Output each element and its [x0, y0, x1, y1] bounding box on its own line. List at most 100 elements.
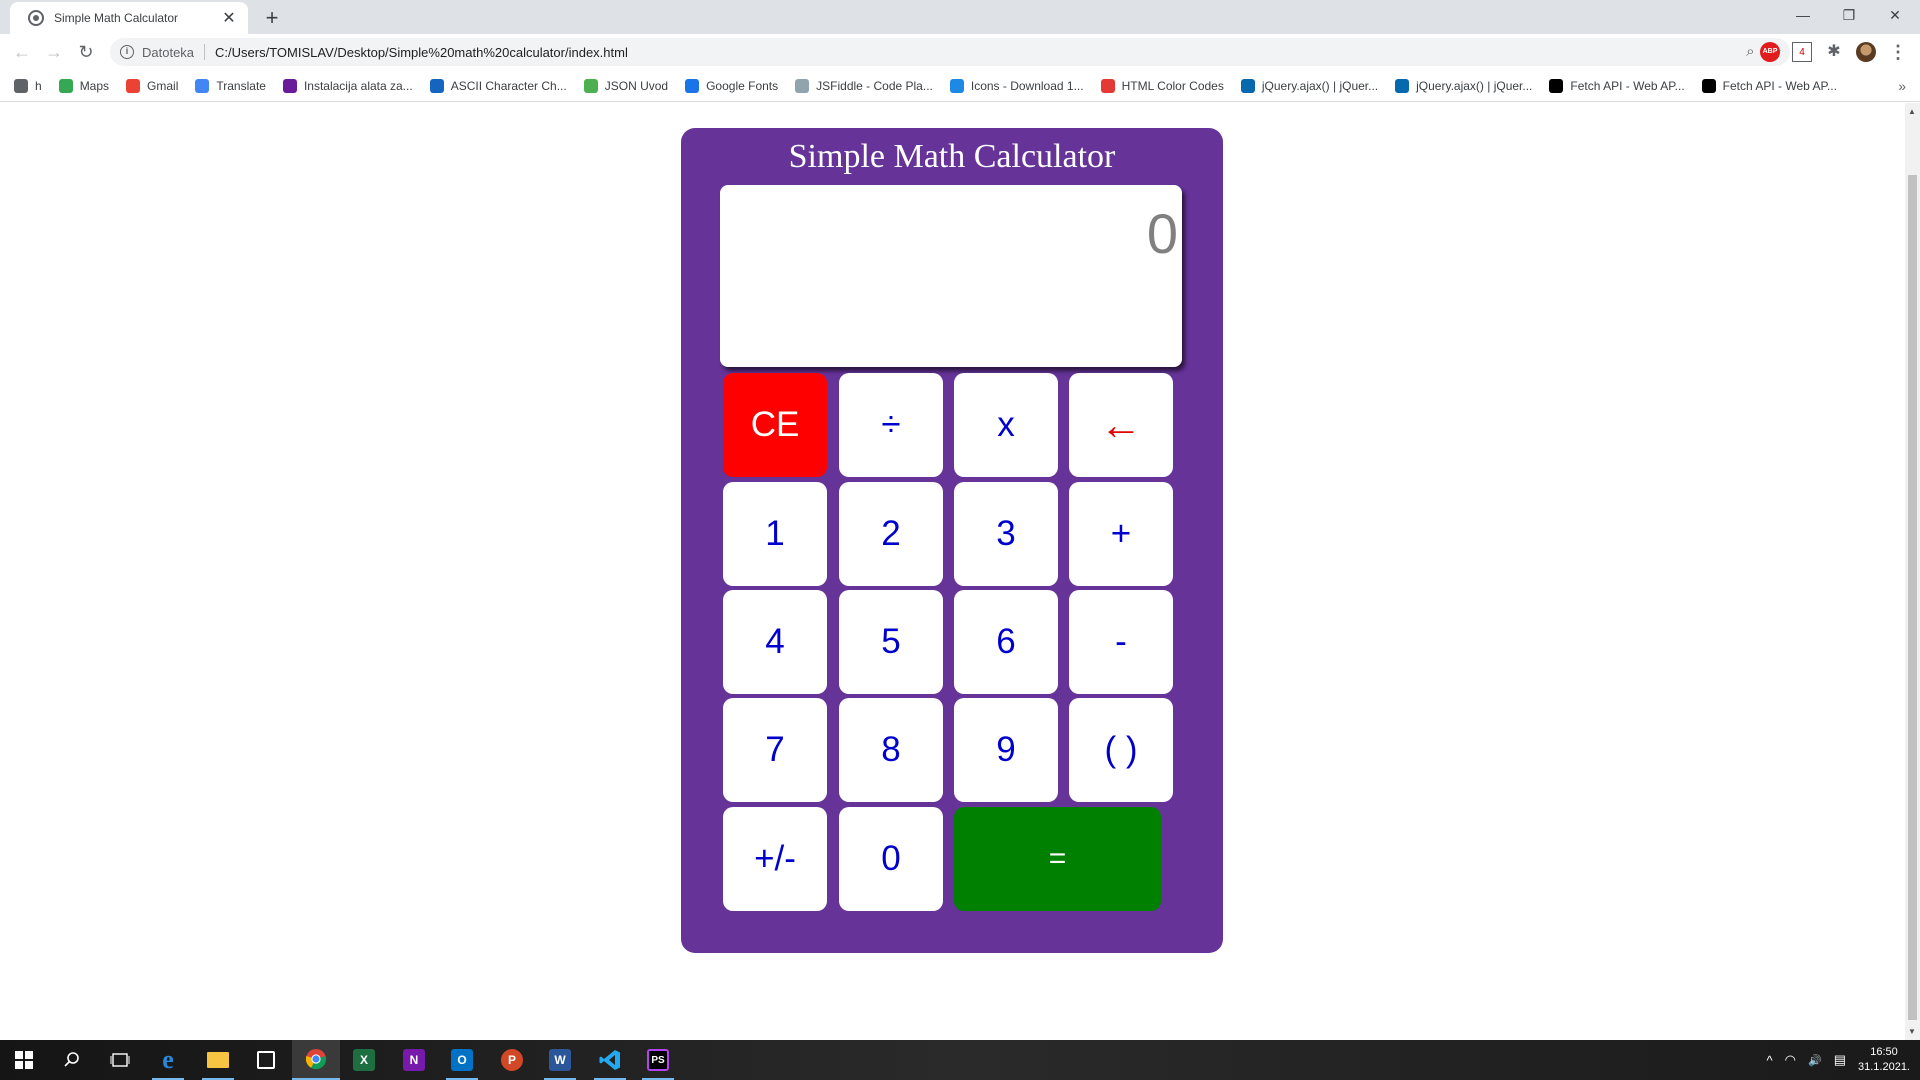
- bookmark-item[interactable]: Google Fonts: [685, 78, 779, 93]
- onenote-taskbar-button[interactable]: N: [390, 1040, 438, 1080]
- network-icon[interactable]: ◠: [1785, 1052, 1796, 1068]
- chrome-taskbar-button[interactable]: [292, 1040, 340, 1080]
- bookmark-label: Maps: [79, 78, 110, 93]
- notifications-icon[interactable]: ▤: [1834, 1052, 1846, 1068]
- backspace-button[interactable]: ←: [1069, 373, 1173, 477]
- minus-button[interactable]: -: [1069, 590, 1173, 694]
- browser-menu-icon[interactable]: ⋮: [1888, 42, 1908, 62]
- powerpoint-taskbar-button[interactable]: P: [488, 1040, 536, 1080]
- chrome-icon: [305, 1049, 327, 1070]
- bookmark-item[interactable]: Maps: [58, 78, 110, 93]
- bookmark-item[interactable]: Fetch API - Web AP...: [1701, 78, 1837, 93]
- bookmark-label: h: [35, 78, 42, 93]
- tray-chevron-icon[interactable]: ^: [1767, 1053, 1773, 1068]
- excel-taskbar-button[interactable]: X: [340, 1040, 388, 1080]
- bookmark-item[interactable]: Instalacija alata za...: [282, 78, 413, 93]
- zoom-icon[interactable]: ⌕: [1746, 43, 1754, 61]
- search-button[interactable]: [48, 1040, 96, 1080]
- digit-4-button[interactable]: 4: [723, 590, 827, 694]
- digit-3-button[interactable]: 3: [954, 482, 1058, 586]
- bookmark-label: Gmail: [147, 78, 179, 93]
- calculator-display: 0: [720, 185, 1182, 367]
- reload-button[interactable]: ↻: [72, 38, 100, 66]
- scrollbar-thumb[interactable]: [1908, 175, 1917, 1020]
- volume-icon[interactable]: 🔊: [1808, 1054, 1822, 1067]
- task-view-icon: [110, 1053, 130, 1067]
- clock-time: 16:50: [1870, 1046, 1898, 1058]
- scroll-down-arrow-icon[interactable]: ▼: [1908, 1027, 1916, 1036]
- wp-icon: [282, 78, 297, 93]
- bookmark-item[interactable]: jQuery.ajax() | jQuer...: [1395, 78, 1532, 93]
- new-tab-button[interactable]: +: [258, 4, 286, 32]
- scroll-up-arrow-icon[interactable]: ▲: [1908, 107, 1916, 116]
- digit-1-button[interactable]: 1: [723, 482, 827, 586]
- adblock-extension-icon[interactable]: ABP: [1760, 42, 1780, 62]
- phpstorm-taskbar-button[interactable]: PS: [634, 1040, 682, 1080]
- maps-icon: [58, 78, 73, 93]
- multiply-button[interactable]: x: [954, 373, 1058, 477]
- site-info-icon[interactable]: i: [120, 45, 134, 59]
- gmail-icon: [126, 78, 141, 93]
- word-taskbar-button[interactable]: W: [536, 1040, 584, 1080]
- profile-avatar[interactable]: [1856, 42, 1876, 62]
- store-taskbar-button[interactable]: [242, 1040, 290, 1080]
- bookmark-item[interactable]: JSON Uvod: [583, 78, 669, 93]
- digit-7-button[interactable]: 7: [723, 698, 827, 802]
- bookmark-label: JSON Uvod: [604, 78, 669, 93]
- windows-taskbar: e X N O P W PS ^ ◠ 🔊 ▤ 16:50 31.1.2021.: [0, 1040, 1920, 1080]
- back-button[interactable]: ←: [8, 38, 36, 66]
- parentheses-button[interactable]: ( ): [1069, 698, 1173, 802]
- w3-icon: [583, 78, 598, 93]
- bookmark-item[interactable]: ASCII Character Ch...: [429, 78, 567, 93]
- equals-button[interactable]: =: [954, 807, 1161, 911]
- start-button[interactable]: [0, 1040, 48, 1080]
- bookmark-label: Fetch API - Web AP...: [1722, 78, 1837, 93]
- clear-entry-button[interactable]: CE: [723, 373, 827, 477]
- clock[interactable]: 16:50 31.1.2021.: [1858, 1045, 1910, 1075]
- bookmark-item[interactable]: jQuery.ajax() | jQuer...: [1240, 78, 1378, 93]
- outlook-icon: O: [451, 1049, 473, 1071]
- digit-5-button[interactable]: 5: [839, 590, 943, 694]
- jsfiddle-icon: [795, 78, 810, 93]
- digit-0-button[interactable]: 0: [839, 807, 943, 911]
- divide-button[interactable]: ÷: [839, 373, 943, 477]
- bookmark-item[interactable]: Fetch API - Web AP...: [1549, 78, 1685, 93]
- display-value: 0: [1146, 202, 1178, 265]
- outlook-taskbar-button[interactable]: O: [438, 1040, 486, 1080]
- extensions-puzzle-icon[interactable]: ✱: [1824, 42, 1844, 62]
- minimize-button[interactable]: —: [1780, 0, 1826, 30]
- address-bar[interactable]: i Datoteka C:/Users/TOMISLAV/Desktop/Sim…: [110, 38, 1790, 66]
- bookmark-item[interactable]: Gmail: [126, 78, 179, 93]
- calculator-panel: Simple Math Calculator 0 CE ÷ x ← 1 2 3 …: [681, 128, 1223, 953]
- jquery-icon: [1395, 78, 1410, 93]
- bookmarks-overflow-button[interactable]: »: [1898, 78, 1906, 94]
- bookmark-item[interactable]: Translate: [195, 78, 266, 93]
- bookmark-item[interactable]: JSFiddle - Code Pla...: [795, 78, 933, 93]
- edge-taskbar-button[interactable]: e: [144, 1040, 192, 1080]
- icons8-icon: [949, 78, 964, 93]
- restore-button[interactable]: ❐: [1826, 0, 1872, 30]
- vscode-taskbar-button[interactable]: [586, 1040, 634, 1080]
- close-window-button[interactable]: ✕: [1872, 0, 1918, 30]
- negate-button[interactable]: +/-: [723, 807, 827, 911]
- bookmark-label: Google Fonts: [706, 78, 779, 93]
- digit-6-button[interactable]: 6: [954, 590, 1058, 694]
- file-explorer-taskbar-button[interactable]: [194, 1040, 242, 1080]
- plus-button[interactable]: +: [1069, 482, 1173, 586]
- bookmark-item[interactable]: HTML Color Codes: [1100, 78, 1224, 93]
- bookmark-item[interactable]: h: [14, 78, 42, 93]
- calendar-extension-icon[interactable]: 4: [1792, 42, 1812, 62]
- jquery-icon: [1240, 78, 1255, 93]
- task-view-button[interactable]: [96, 1040, 144, 1080]
- system-tray: ^ ◠ 🔊 ▤ 16:50 31.1.2021.: [1767, 1040, 1910, 1080]
- digit-9-button[interactable]: 9: [954, 698, 1058, 802]
- digit-8-button[interactable]: 8: [839, 698, 943, 802]
- url-text[interactable]: C:/Users/TOMISLAV/Desktop/Simple%20math%…: [215, 45, 628, 60]
- forward-button[interactable]: →: [40, 38, 68, 66]
- calculator-title: Simple Math Calculator: [788, 138, 1116, 175]
- bookmark-item[interactable]: Icons - Download 1...: [949, 78, 1084, 93]
- page-scrollbar[interactable]: ▲ ▼: [1905, 103, 1920, 1040]
- digit-2-button[interactable]: 2: [839, 482, 943, 586]
- tab-close-icon[interactable]: ✕: [220, 8, 238, 28]
- browser-tab[interactable]: Simple Math Calculator ✕: [10, 2, 248, 34]
